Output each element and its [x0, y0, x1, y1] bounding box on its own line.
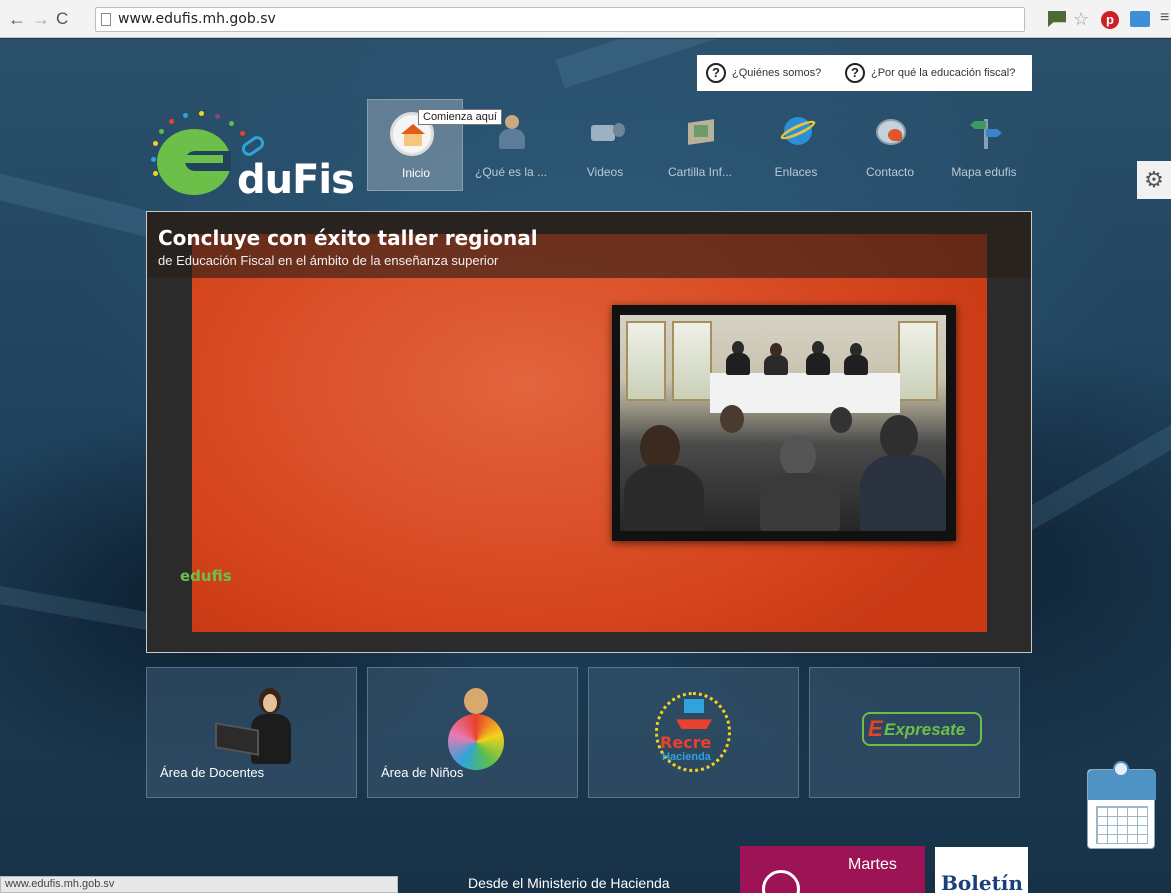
pinterest-icon[interactable]: p	[1101, 11, 1119, 29]
nav-item-videos[interactable]: Videos	[557, 99, 653, 191]
back-arrow-icon[interactable]: ←	[8, 9, 26, 29]
nav-label: Cartilla Inf...	[667, 165, 733, 179]
boletin-banner[interactable]: Boletín	[935, 847, 1028, 893]
booklet-icon	[682, 115, 720, 151]
quienes-somos-link[interactable]: ? ¿Quiénes somos?	[706, 63, 821, 83]
recre-hacienda-logo: Recre Hacienda	[655, 692, 731, 772]
nav-item-contacto[interactable]: Contacto	[842, 99, 938, 191]
tile-recre-hacienda[interactable]: Recre Hacienda	[588, 667, 799, 798]
question-icon: ?	[706, 63, 726, 83]
clock-icon	[762, 870, 800, 893]
footer-title: Desde el Ministerio de Hacienda	[468, 875, 670, 891]
logo-dot	[151, 157, 156, 162]
video-camera-icon	[587, 115, 625, 151]
logo-dot	[169, 119, 174, 124]
chat-extension-icon[interactable]	[1048, 11, 1066, 27]
logo-dot	[199, 111, 204, 116]
news-slider[interactable]: Concluye con éxito taller regional de Ed…	[146, 211, 1032, 653]
gear-icon[interactable]: ⚙	[1137, 161, 1171, 199]
nav-item-mapa[interactable]: Mapa edufis	[936, 99, 1032, 191]
nav-label: Inicio	[401, 166, 430, 180]
expresate-logo: E Expresate	[862, 712, 982, 746]
slide-photo-frame	[612, 305, 956, 541]
boletin-label: Boletín	[941, 871, 1023, 893]
logo-text: duFis	[237, 157, 355, 203]
logo-dot	[153, 171, 158, 176]
logo-dot	[240, 131, 245, 136]
tile-label: Área de Docentes	[160, 765, 265, 780]
tile-label: Área de Niños	[381, 765, 464, 780]
mail-icon	[872, 115, 910, 151]
logo-link-icon	[239, 133, 267, 159]
tile-area-docentes[interactable]: Área de Docentes	[146, 667, 357, 798]
mail-extension-icon[interactable]	[1130, 11, 1150, 27]
status-bar: www.edufis.mh.gob.sv	[0, 876, 398, 893]
nav-label: Enlaces	[774, 165, 818, 179]
edufis-logo[interactable]: duFis	[145, 109, 355, 204]
menu-icon[interactable]: ≡	[1160, 10, 1169, 27]
tile-expresate[interactable]: E Expresate	[809, 667, 1020, 798]
nav-label: Videos	[586, 165, 624, 179]
url-text[interactable]: www.edufis.mh.gob.sv	[118, 11, 276, 27]
slide-title: Concluye con éxito taller regional	[158, 226, 538, 250]
conference-photo	[620, 315, 946, 531]
signpost-icon	[966, 115, 1004, 151]
question-icon: ?	[845, 63, 865, 83]
slide-subtitle: de Educación Fiscal en el ámbito de la e…	[158, 253, 499, 268]
forward-arrow-icon[interactable]: →	[32, 9, 50, 29]
tile-area-ninos[interactable]: Área de Niños	[367, 667, 578, 798]
martes-banner[interactable]: Martes	[740, 846, 925, 893]
logo-dot	[153, 141, 158, 146]
internet-explorer-icon	[778, 115, 818, 151]
logo-dot	[229, 121, 234, 126]
logo-dot	[159, 129, 164, 134]
slide-edufis-logo: edufis	[180, 567, 232, 585]
logo-dot	[183, 113, 188, 118]
help-links-bar: ? ¿Quiénes somos? ? ¿Por qué la educació…	[697, 55, 1032, 91]
nav-tooltip: Comienza aquí	[418, 109, 502, 125]
calendar-icon[interactable]	[1087, 755, 1159, 851]
address-bar[interactable]: www.edufis.mh.gob.sv	[95, 7, 1025, 32]
nav-item-enlaces[interactable]: Enlaces	[748, 99, 844, 191]
nav-label: Contacto	[865, 165, 915, 179]
star-icon[interactable]: ☆	[1073, 10, 1091, 28]
browser-toolbar: ← → C www.edufis.mh.gob.sv ☆ p ≡	[0, 0, 1171, 38]
slide-caption: Concluye con éxito taller regional de Ed…	[147, 212, 1031, 278]
nav-label: Mapa edufis	[951, 165, 1017, 179]
page-icon	[101, 13, 111, 26]
help-link-label: ¿Quiénes somos?	[732, 67, 822, 79]
martes-label: Martes	[848, 856, 897, 873]
logo-dot	[215, 114, 220, 119]
reload-icon[interactable]: C	[56, 9, 68, 29]
logo-e-bar	[179, 155, 223, 163]
nav-item-cartilla[interactable]: Cartilla Inf...	[652, 99, 748, 191]
help-link-label: ¿Por qué la educación fiscal?	[871, 67, 1016, 79]
por-que-educacion-fiscal-link[interactable]: ? ¿Por qué la educación fiscal?	[845, 63, 1015, 83]
nav-label: ¿Qué es la ...	[474, 165, 548, 179]
page-content: ? ¿Quiénes somos? ? ¿Por qué la educació…	[0, 39, 1171, 893]
